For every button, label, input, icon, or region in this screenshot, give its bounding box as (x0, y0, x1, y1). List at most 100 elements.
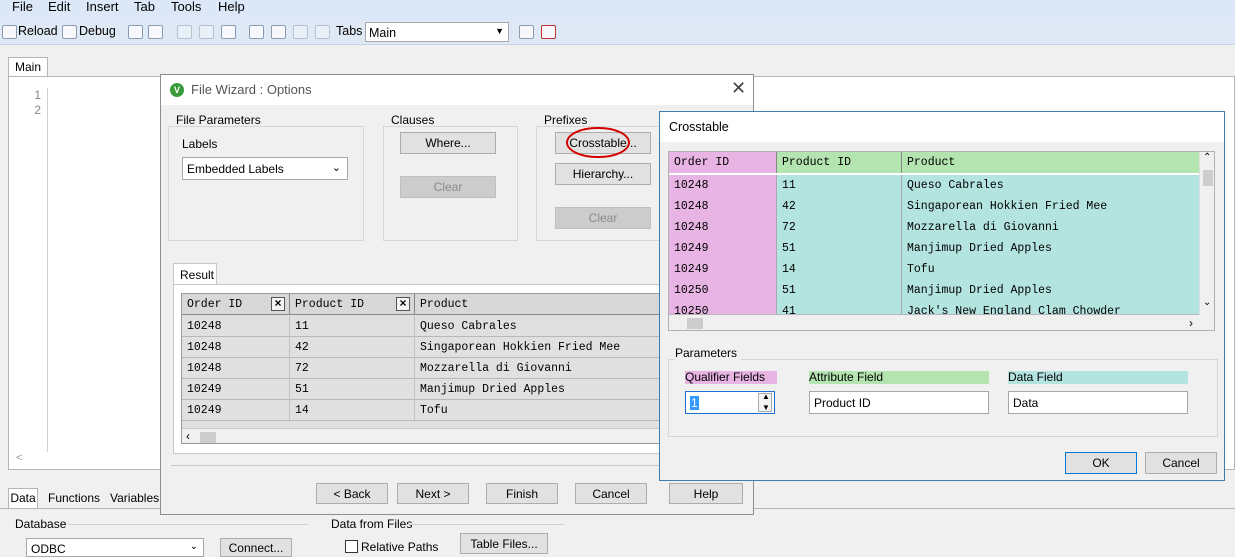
database-label: Database (15, 517, 67, 531)
cell-product-id: 41 (777, 301, 902, 314)
data-field-input[interactable]: Data (1008, 391, 1188, 414)
tab-data[interactable]: Data (8, 488, 38, 508)
menu-help[interactable]: Help (218, 0, 245, 14)
remove-column-icon[interactable]: × (271, 297, 285, 311)
where-button[interactable]: Where... (400, 132, 496, 154)
cancel-button[interactable]: Cancel (575, 483, 647, 504)
chevron-down-icon: ▼ (495, 26, 504, 36)
preview-table: Order ID Product ID Product 10248 11 Que… (668, 151, 1215, 331)
table-row[interactable]: 10248 72 Mozzarella di Giovanni (669, 217, 1199, 238)
tab-main[interactable]: Main (8, 57, 48, 77)
tab-functions[interactable]: Functions (48, 491, 100, 505)
cell-order-id: 10248 (182, 337, 290, 358)
result-tab[interactable]: Result (173, 263, 217, 285)
back-icon[interactable] (293, 25, 308, 39)
cut-icon[interactable] (177, 25, 192, 39)
tabs-label: Tabs (336, 24, 363, 38)
divider (406, 524, 564, 525)
line-number: 1 (34, 88, 41, 102)
scrollbar-thumb[interactable] (1203, 170, 1213, 186)
table-row[interactable]: 10250 41 Jack's New England Clam Chowder (669, 301, 1199, 315)
cell-order-id: 10248 (182, 358, 290, 379)
cell-product: Mozzarella di Giovanni (902, 217, 1199, 238)
help-button[interactable]: Help (669, 483, 743, 504)
horizontal-scrollbar[interactable]: › (669, 315, 1214, 330)
clauses-clear-button[interactable]: Clear (400, 176, 496, 198)
cell-product: Manjimup Dried Apples (902, 238, 1199, 259)
save-icon[interactable] (128, 25, 143, 39)
clauses-label: Clauses (391, 113, 435, 127)
scroll-up-icon[interactable]: ⌃ (1203, 152, 1211, 163)
qlikview-logo-icon: V (170, 83, 184, 97)
back-button[interactable]: < Back (316, 483, 388, 504)
table-row[interactable]: 10249 14 Tofu (669, 259, 1199, 280)
cell-product-id: 11 (777, 175, 902, 196)
ok-button[interactable]: OK (1065, 452, 1137, 474)
table-viewer-icon[interactable] (519, 25, 534, 39)
relative-paths-checkbox[interactable] (345, 540, 358, 553)
cell-order-id: 10249 (669, 259, 777, 280)
menu-edit[interactable]: Edit (48, 0, 70, 14)
folder-icon[interactable] (271, 25, 286, 39)
paste-icon[interactable] (221, 25, 236, 39)
scrollbar-thumb[interactable] (687, 318, 703, 329)
menu-file[interactable]: File (12, 0, 33, 14)
data-field-label: Data Field (1008, 371, 1188, 384)
print-icon[interactable] (148, 25, 163, 39)
attribute-field-label: Attribute Field (809, 371, 989, 384)
scrollbar-thumb[interactable] (200, 432, 216, 443)
cell-order-id: 10248 (669, 217, 777, 238)
copy-icon[interactable] (199, 25, 214, 39)
table-row[interactable]: 10248 42 Singaporean Hokkien Fried Mee (669, 196, 1199, 217)
cell-product-id: 11 (290, 316, 415, 337)
scroll-down-icon[interactable]: ⌄ (1203, 297, 1211, 308)
cell-order-id: 10248 (669, 196, 777, 217)
connect-button[interactable]: Connect... (220, 538, 292, 557)
labels-select[interactable]: Embedded Labels ⌄ (182, 157, 348, 180)
cell-product: Jack's New England Clam Chowder (902, 301, 1199, 314)
next-button[interactable]: Next > (397, 483, 469, 504)
menu-insert[interactable]: Insert (86, 0, 119, 14)
arrow-down-icon[interactable]: ▼ (762, 403, 770, 412)
crosstable-cancel-button[interactable]: Cancel (1145, 452, 1217, 474)
line-number: 2 (34, 103, 41, 117)
remove-column-icon[interactable]: × (396, 297, 410, 311)
column-header: Product (902, 152, 1199, 173)
scroll-right-icon[interactable]: › (1189, 316, 1193, 330)
hierarchy-button[interactable]: Hierarchy... (555, 163, 651, 185)
scroll-left-icon[interactable]: ‹ (186, 429, 190, 443)
reload-button[interactable]: Reload (18, 24, 58, 38)
qualifier-fields-stepper[interactable]: 1 ▲ ▼ (685, 391, 775, 414)
tab-variables[interactable]: Variables (110, 491, 159, 505)
table-row[interactable]: 10250 51 Manjimup Dried Apples (669, 280, 1199, 301)
cell-product-id: 42 (777, 196, 902, 217)
cell-product-id: 51 (290, 379, 415, 400)
table-row[interactable]: 10248 11 Queso Cabrales (669, 175, 1199, 196)
vertical-scrollbar[interactable]: ⌃ ⌄ (1199, 152, 1214, 315)
cell-product: Tofu (902, 259, 1199, 280)
menu-tab[interactable]: Tab (134, 0, 155, 14)
tabs-select[interactable]: Main ▼ (365, 22, 509, 42)
close-icon[interactable]: ✕ (731, 78, 746, 99)
cell-product-id: 72 (777, 217, 902, 238)
attribute-field-select[interactable]: Product ID (809, 391, 989, 414)
syntax-check-icon[interactable] (541, 25, 556, 39)
table-header: Order ID Product ID Product (669, 152, 1199, 173)
table-files-button[interactable]: Table Files... (460, 533, 548, 554)
menu-tools[interactable]: Tools (171, 0, 201, 14)
prefixes-clear-button[interactable]: Clear (555, 207, 651, 229)
cell-order-id: 10250 (669, 280, 777, 301)
forward-icon[interactable] (315, 25, 330, 39)
search-icon[interactable] (249, 25, 264, 39)
finish-button[interactable]: Finish (486, 483, 558, 504)
spin-buttons[interactable]: ▲ ▼ (758, 392, 772, 412)
file-parameters-label: File Parameters (176, 113, 261, 127)
divider (68, 524, 308, 525)
parameters-label: Parameters (675, 346, 741, 360)
database-select[interactable]: ODBC ⌄ (26, 538, 204, 557)
dialog-title: File Wizard : Options (191, 82, 312, 97)
scroll-left-icon[interactable]: < (12, 452, 160, 466)
table-row[interactable]: 10249 51 Manjimup Dried Apples (669, 238, 1199, 259)
arrow-up-icon[interactable]: ▲ (762, 392, 770, 401)
debug-button[interactable]: Debug (79, 24, 116, 38)
